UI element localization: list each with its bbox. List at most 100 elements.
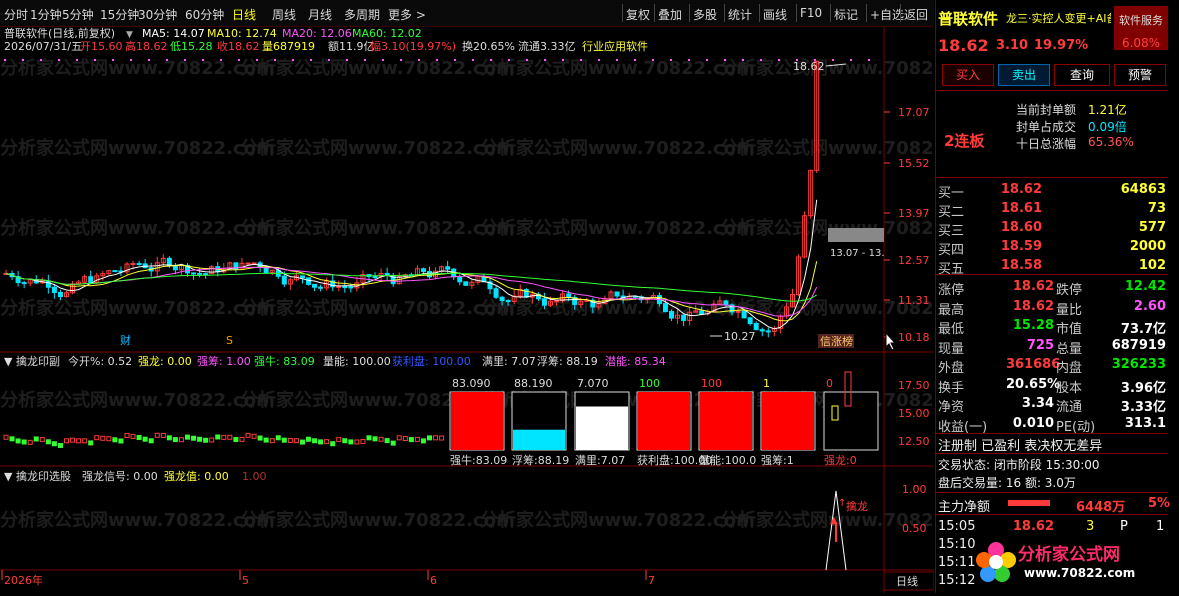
tool-button-8[interactable]: 返回 bbox=[904, 6, 928, 23]
watermark-text: 分析家公式网www.70822.com bbox=[240, 217, 515, 239]
period-tab-5[interactable]: 60分钟 bbox=[185, 6, 224, 23]
candle-body bbox=[723, 300, 729, 306]
order-book-row[interactable]: 买五 18.58 102 bbox=[936, 256, 1168, 277]
tool-button-6[interactable]: 标记 bbox=[834, 6, 858, 23]
tool-button-0[interactable]: 复权 bbox=[626, 6, 650, 23]
dot-marker bbox=[850, 59, 852, 61]
book-price: 18.61 bbox=[1000, 201, 1042, 216]
dot-marker bbox=[94, 59, 96, 61]
panel2-candle bbox=[312, 438, 318, 444]
kline-chart-svg[interactable]: 分析家公式网www.70822.com分析家公式网www.70822.com分析… bbox=[0, 26, 995, 593]
watermark-text: 分析家公式网www.70822.com bbox=[480, 137, 755, 159]
panel2-candle bbox=[396, 435, 402, 441]
dot-marker bbox=[364, 59, 366, 61]
dot-marker bbox=[778, 59, 780, 61]
panel2-candle bbox=[203, 437, 209, 443]
info-field-10: 行业应用软件 bbox=[582, 39, 648, 53]
period-tab-8[interactable]: 月线 bbox=[308, 6, 332, 23]
period-tab-6[interactable]: 日线 bbox=[232, 6, 256, 23]
indicator-box-bottom-label: 强龙:0 bbox=[824, 454, 857, 467]
indicator-box-fill bbox=[576, 406, 628, 450]
panel3-title: 擒龙印选股 bbox=[16, 469, 71, 483]
panel2-candle bbox=[160, 432, 166, 438]
tool-button-1[interactable]: 叠加 bbox=[658, 6, 682, 23]
candle-body bbox=[735, 310, 741, 313]
panel2-candle bbox=[3, 434, 9, 440]
indicator-box-top-label: 0 bbox=[826, 377, 833, 390]
s-marker[interactable]: S bbox=[226, 334, 233, 347]
candle-body bbox=[759, 329, 765, 332]
indicator-box-top-label: 100 bbox=[701, 377, 722, 390]
order-book-row[interactable]: 买三 18.60 577 bbox=[936, 218, 1168, 239]
watermark-text: 分析家公式网www.70822.com bbox=[0, 217, 275, 239]
watermark-text: 分析家公式网www.70822.com bbox=[480, 509, 755, 531]
stat-label: 总量 bbox=[1056, 341, 1083, 357]
candle-body bbox=[136, 263, 142, 266]
order-book-row[interactable]: 买四 18.59 2000 bbox=[936, 237, 1168, 258]
candle-body bbox=[681, 314, 687, 321]
alert-button[interactable]: 预警 bbox=[1114, 64, 1166, 86]
panel2-value-1: 强龙: 0.00 bbox=[138, 355, 192, 368]
period-tab-4[interactable]: 30分钟 bbox=[138, 6, 177, 23]
tool-button-3[interactable]: 统计 bbox=[728, 6, 752, 23]
sector-badge[interactable]: 软件服务 6.08% bbox=[1114, 6, 1168, 50]
seal-amount-label: 当前封单额 bbox=[1016, 103, 1077, 117]
panel2-candle bbox=[306, 436, 311, 442]
order-book-row[interactable]: 买二 18.61 73 bbox=[936, 199, 1168, 220]
panel2-candle bbox=[366, 435, 372, 441]
sell-button[interactable]: 卖出 bbox=[998, 64, 1050, 86]
dot-marker bbox=[526, 59, 528, 61]
book-volume: 102 bbox=[1138, 258, 1166, 273]
panel2-candle bbox=[27, 439, 33, 445]
stat-label: 净资 bbox=[938, 400, 965, 415]
dot-marker bbox=[220, 59, 222, 61]
candle-body bbox=[191, 272, 197, 275]
stat-label: 股本 bbox=[1056, 380, 1083, 396]
watermark-text: 分析家公式网www.70822.com bbox=[480, 217, 755, 239]
candle-body bbox=[669, 311, 674, 319]
dot-marker bbox=[652, 59, 654, 61]
panel2-candle bbox=[154, 432, 160, 438]
tool-button-7[interactable]: +自选 bbox=[870, 6, 904, 23]
dot-marker bbox=[328, 59, 330, 61]
period-tab-1[interactable]: 1分钟 bbox=[30, 6, 62, 23]
period-tab-9[interactable]: 多周期 bbox=[344, 6, 380, 23]
order-book-row[interactable]: 买一 18.62 64863 bbox=[936, 180, 1168, 201]
chevron-down-icon[interactable]: ▼ bbox=[4, 470, 13, 483]
period-tab-2[interactable]: 5分钟 bbox=[62, 6, 94, 23]
panel2-candle bbox=[318, 439, 324, 445]
panel2-candle bbox=[251, 433, 257, 439]
candle-body bbox=[112, 270, 118, 273]
dot-marker bbox=[184, 59, 186, 61]
chevron-down-icon[interactable]: ▼ bbox=[4, 355, 13, 368]
period-tab-7[interactable]: 周线 bbox=[272, 6, 296, 23]
panel2-candle bbox=[100, 435, 106, 441]
chevron-down-icon[interactable]: ▼ bbox=[126, 30, 133, 40]
buy-button[interactable]: 买入 bbox=[942, 64, 994, 86]
divider bbox=[936, 90, 1168, 91]
sector-badge-pct: 6.08% bbox=[1121, 36, 1161, 50]
indicator-box-bottom-label: 满里:7.07 bbox=[575, 454, 625, 467]
chart-area[interactable]: 分析家公式网www.70822.com 分析家公式网www.70822.com 分析… bbox=[0, 26, 995, 593]
info-field-0: 2026/07/31/五 bbox=[4, 40, 82, 53]
panel2-value-5: 获利盘: 100.00 bbox=[392, 354, 471, 368]
period-tab-0[interactable]: 分时 bbox=[4, 6, 28, 23]
watermark-text: 分析家公式网www.70822.com bbox=[720, 217, 934, 239]
divider bbox=[936, 433, 1168, 434]
candle-body bbox=[318, 286, 324, 289]
tool-button-5[interactable]: F10 bbox=[800, 6, 822, 20]
candle-body bbox=[753, 322, 759, 331]
query-button[interactable]: 查询 bbox=[1054, 64, 1110, 86]
tool-button-2[interactable]: 多股 bbox=[693, 6, 717, 23]
financial-report-marker[interactable]: 财 bbox=[120, 333, 131, 347]
indicator-box-bottom-label: 强筹:1 bbox=[761, 453, 794, 467]
tool-button-4[interactable]: 画线 bbox=[763, 6, 787, 23]
panel2-candle bbox=[124, 433, 130, 439]
period-tab-3[interactable]: 15分钟 bbox=[100, 6, 139, 23]
chart-title: 普联软件(日线,前复权) bbox=[4, 26, 115, 40]
period-tab-10[interactable]: 更多 > bbox=[388, 6, 426, 23]
dot-marker bbox=[454, 59, 456, 61]
candle-body bbox=[342, 286, 348, 289]
panel2-candle bbox=[239, 436, 245, 442]
stats-row: 净资 3.34 流通 3.33亿 bbox=[936, 394, 1168, 415]
